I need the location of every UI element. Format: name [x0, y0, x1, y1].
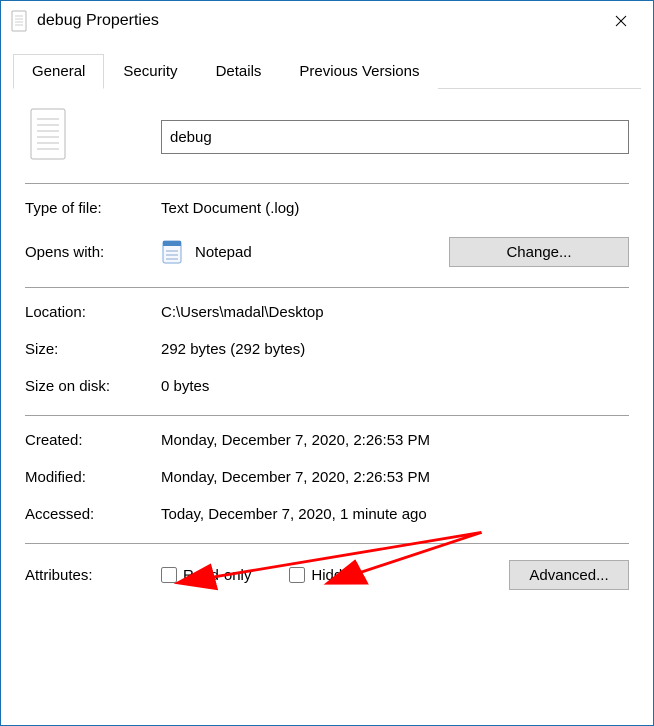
tab-strip: General Security Details Previous Versio…: [13, 53, 641, 89]
readonly-checkbox[interactable]: [161, 567, 177, 583]
content-area: General Security Details Previous Versio…: [1, 41, 653, 618]
size-on-disk-value: 0 bytes: [161, 378, 629, 395]
close-icon: [615, 15, 627, 27]
hidden-checkbox[interactable]: [289, 567, 305, 583]
size-value: 292 bytes (292 bytes): [161, 341, 629, 358]
file-icon: [25, 107, 73, 167]
created-label: Created:: [25, 432, 161, 449]
modified-label: Modified:: [25, 469, 161, 486]
close-button[interactable]: [599, 6, 643, 36]
titlebar: debug Properties: [1, 1, 653, 41]
hidden-checkbox-wrap[interactable]: Hidden: [289, 567, 359, 584]
separator: [25, 287, 629, 288]
size-label: Size:: [25, 341, 161, 358]
opens-with-label: Opens with:: [25, 244, 161, 261]
type-of-file-label: Type of file:: [25, 200, 161, 217]
general-panel: Type of file: Text Document (.log) Opens…: [13, 89, 641, 606]
document-icon: [11, 10, 29, 32]
created-value: Monday, December 7, 2020, 2:26:53 PM: [161, 432, 629, 449]
separator: [25, 183, 629, 184]
tab-previous-versions[interactable]: Previous Versions: [280, 54, 438, 89]
tab-details[interactable]: Details: [197, 54, 281, 89]
location-label: Location:: [25, 304, 161, 321]
location-value: C:\Users\madal\Desktop: [161, 304, 629, 321]
attributes-label: Attributes:: [25, 567, 161, 584]
modified-value: Monday, December 7, 2020, 2:26:53 PM: [161, 469, 629, 486]
properties-window: debug Properties General Security Detail…: [0, 0, 654, 726]
notepad-icon: [161, 238, 185, 266]
accessed-label: Accessed:: [25, 506, 161, 523]
filename-input[interactable]: [161, 120, 629, 154]
opens-with-value: Notepad: [195, 244, 449, 261]
separator: [25, 543, 629, 544]
size-on-disk-label: Size on disk:: [25, 378, 161, 395]
readonly-label: Read-only: [183, 567, 251, 584]
accessed-value: Today, December 7, 2020, 1 minute ago: [161, 506, 629, 523]
window-title: debug Properties: [37, 12, 599, 30]
advanced-button[interactable]: Advanced...: [509, 560, 629, 590]
type-of-file-value: Text Document (.log): [161, 200, 629, 217]
hidden-label: Hidden: [311, 567, 359, 584]
separator: [25, 415, 629, 416]
readonly-checkbox-wrap[interactable]: Read-only: [161, 567, 251, 584]
change-button[interactable]: Change...: [449, 237, 629, 267]
tab-general[interactable]: General: [13, 54, 104, 89]
tab-security[interactable]: Security: [104, 54, 196, 89]
